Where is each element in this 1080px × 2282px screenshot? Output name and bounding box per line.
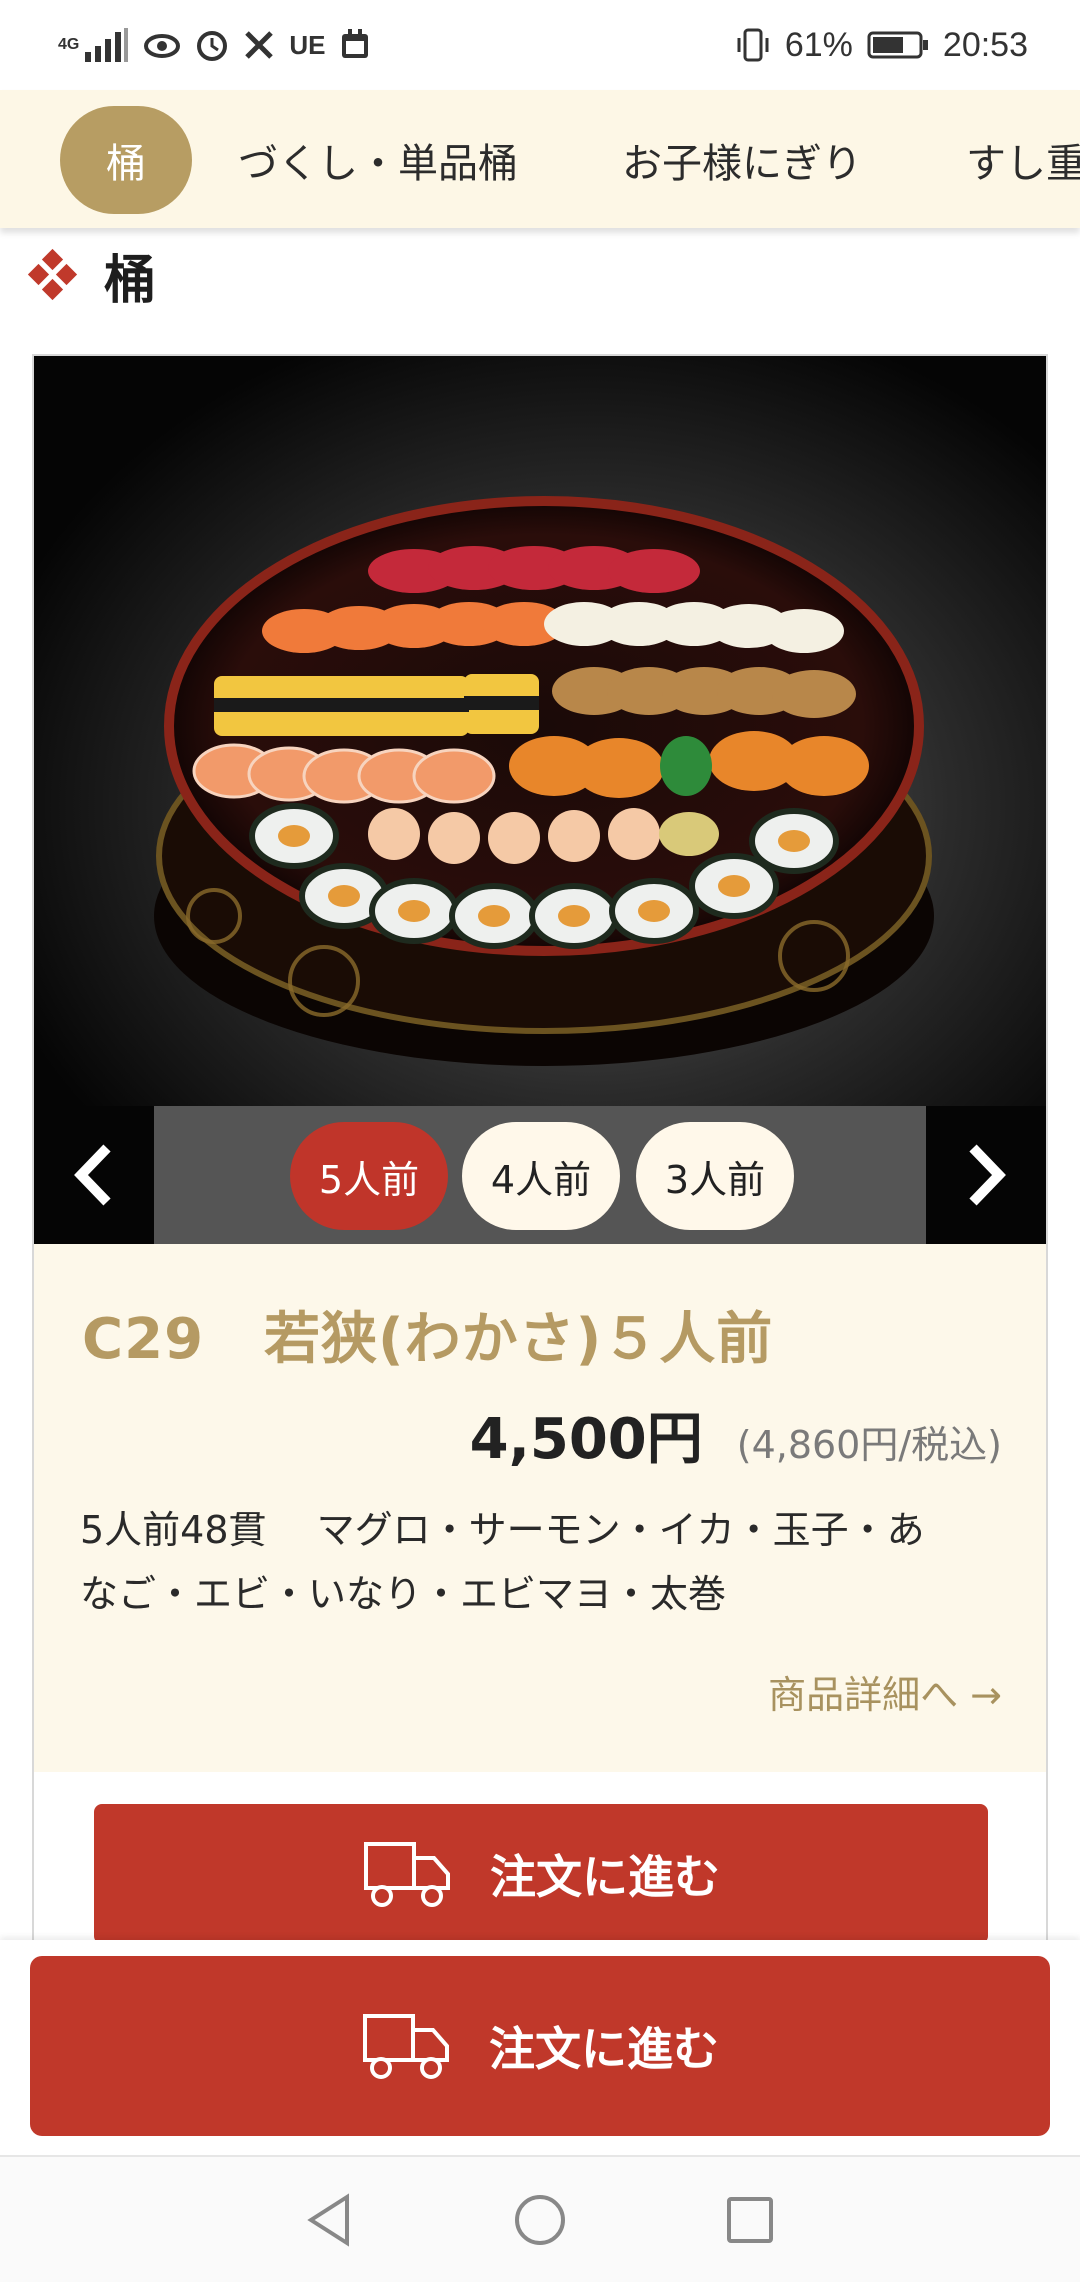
sticky-order-button[interactable]: 注文に進む (30, 1956, 1050, 2136)
eye-icon (143, 30, 181, 60)
variant-5-persons[interactable]: 5人前 (290, 1122, 448, 1230)
order-button[interactable]: 注文に進む (94, 1804, 988, 1944)
variant-4-persons[interactable]: 4人前 (462, 1122, 620, 1230)
home-circle-icon (515, 2194, 565, 2245)
battery-icon (867, 30, 929, 60)
clock: 20:53 (942, 25, 1028, 64)
next-button[interactable] (926, 1106, 1046, 1244)
product-title: C29 若狭(わかさ)５人前 (82, 1294, 773, 1375)
network-type: 4G (58, 36, 80, 53)
system-nav-bar (0, 2155, 1080, 2282)
tab-oke[interactable]: 桶 (60, 106, 192, 214)
product-detail-link[interactable]: 商品詳細へ → (768, 1664, 1002, 1719)
carrier-tag: UE (289, 29, 326, 60)
tax-included-price: (4,860円/税込) (736, 1423, 1002, 1467)
chevron-left-icon (74, 1144, 111, 1206)
sticky-order-bar: 注文に進む (0, 1940, 1080, 2155)
prev-button[interactable] (34, 1106, 154, 1244)
recents-square-icon (727, 2196, 773, 2243)
price-row: 4,500円 (4,860円/税込) (470, 1394, 1002, 1475)
price: 4,500円 (469, 1407, 703, 1472)
chevron-right-icon (969, 1144, 1006, 1206)
product-name: 若狭(わかさ)５人前 (264, 1307, 774, 1372)
diamond-bullet-icon (27, 248, 78, 301)
product-photo[interactable] (34, 356, 1046, 1106)
order-button-label: 注文に進む (490, 1850, 720, 1904)
product-info: C29 若狭(わかさ)５人前 4,500円 (4,860円/税込) 5人前48貫 … (34, 1244, 1046, 1772)
back-triangle-icon (307, 2192, 349, 2247)
vibrate-icon (735, 28, 771, 62)
variant-3-persons[interactable]: 3人前 (636, 1122, 794, 1230)
section-title: 桶 (104, 250, 157, 311)
category-tabs: 桶 づくし・単品桶 お子様にぎり すし重 (0, 90, 1080, 228)
description-line: なご・エビ・いなり・エビマヨ・太巻 (80, 1572, 727, 1616)
sushi-platter-image (154, 496, 934, 1066)
tab-sushi-ju[interactable]: すし重 (966, 106, 1080, 214)
delivery-truck-icon (364, 1842, 450, 1907)
calendar-icon (339, 29, 371, 61)
delivery-truck-icon (363, 2014, 449, 2079)
home-button[interactable] (510, 2190, 570, 2250)
recents-button[interactable] (720, 2190, 780, 2250)
alarm-icon (195, 28, 229, 62)
product-code: C29 (82, 1307, 205, 1372)
product-card: 5人前 4人前 3人前 C29 若狭(わかさ)５人前 4,500円 (4,860円… (32, 354, 1048, 2004)
sticky-order-button-label: 注文に進む (489, 2022, 719, 2076)
tab-zukushi[interactable]: づくし・単品桶 (238, 106, 518, 214)
status-bar: 4G UE 61% 20:53 (0, 0, 1080, 90)
signal-icon: 4G (58, 28, 129, 62)
back-button[interactable] (300, 2190, 360, 2250)
tools-icon (243, 29, 275, 61)
product-description: 5人前48貫 マグロ・サーモン・イカ・玉子・あ なご・エビ・いなり・エビマヨ・太… (80, 1498, 1010, 1626)
battery-percent: 61% (784, 25, 853, 64)
tab-kids-nigiri[interactable]: お子様にぎり (622, 106, 862, 214)
variant-selector: 5人前 4人前 3人前 (34, 1106, 1046, 1244)
description-line: 5人前48貫 マグロ・サーモン・イカ・玉子・あ (80, 1508, 925, 1552)
section-heading: 桶 (27, 240, 157, 311)
